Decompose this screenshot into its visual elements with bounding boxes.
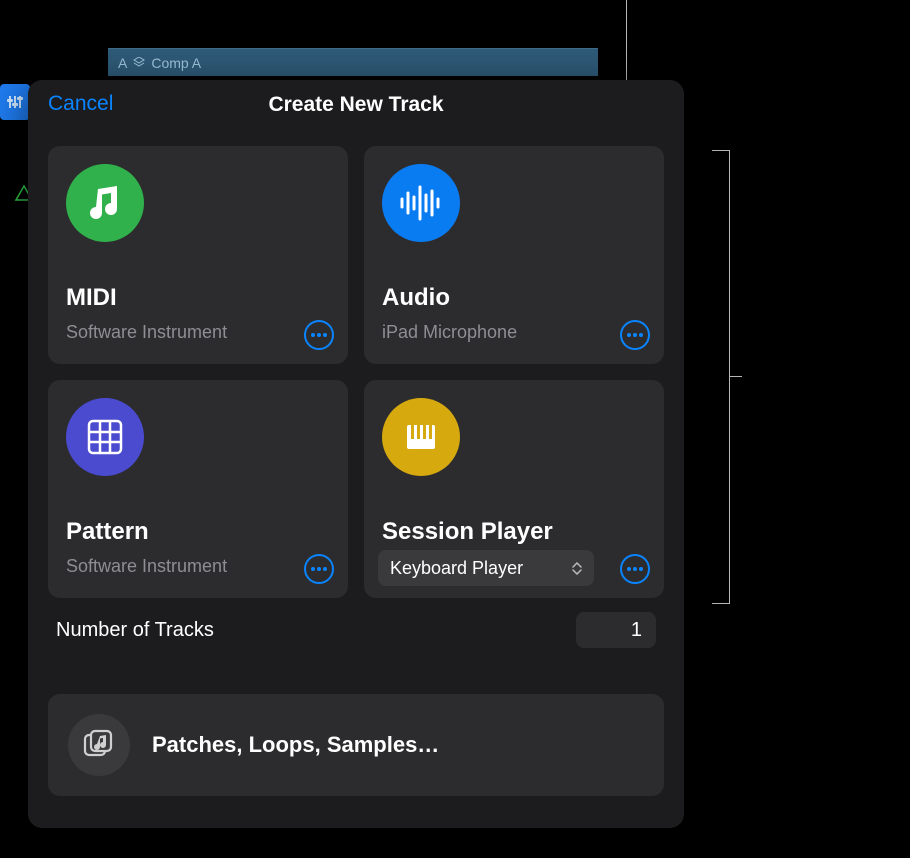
more-options-button[interactable] [620, 554, 650, 584]
patches-icon [68, 714, 130, 776]
number-of-tracks-value: 1 [631, 619, 642, 642]
track-type-grid: MIDI Software Instrument [28, 130, 684, 598]
track-type-audio[interactable]: Audio iPad Microphone [364, 146, 664, 364]
create-new-track-dialog: Cancel Create New Track MIDI Software In… [28, 80, 684, 828]
sliders-icon [7, 94, 23, 110]
card-title: Pattern [66, 518, 330, 546]
background-track-header: A Comp A [108, 48, 598, 76]
track-type-pattern[interactable]: Pattern Software Instrument [48, 380, 348, 598]
cancel-button[interactable]: Cancel [48, 92, 113, 116]
dialog-title: Create New Track [268, 93, 443, 117]
number-of-tracks-field[interactable]: 1 [576, 612, 656, 648]
pattern-grid-icon [66, 398, 144, 476]
more-options-button[interactable] [304, 320, 334, 350]
number-of-tracks-row: Number of Tracks 1 [28, 598, 684, 648]
piano-keys-icon [382, 398, 460, 476]
dialog-header: Cancel Create New Track [28, 80, 684, 130]
library-toggle[interactable] [0, 84, 30, 120]
number-of-tracks-label: Number of Tracks [56, 619, 214, 642]
patches-label: Patches, Loops, Samples… [152, 732, 439, 758]
annotation-bracket [712, 150, 730, 604]
card-subtitle: iPad Microphone [382, 322, 646, 343]
track-letter: A [118, 55, 127, 71]
track-type-session-player[interactable]: Session Player Keyboard Player [364, 380, 664, 598]
stack-icon [133, 56, 145, 70]
card-title: Session Player [382, 518, 646, 546]
more-options-button[interactable] [620, 320, 650, 350]
track-name: Comp A [151, 55, 201, 71]
annotation-bracket-tick [730, 376, 742, 377]
card-subtitle: Software Instrument [66, 322, 330, 343]
chevron-up-down-icon [572, 562, 582, 575]
waveform-icon [382, 164, 460, 242]
session-player-select[interactable]: Keyboard Player [378, 550, 594, 586]
patches-loops-samples-button[interactable]: Patches, Loops, Samples… [48, 694, 664, 796]
card-title: Audio [382, 284, 646, 312]
session-player-value: Keyboard Player [390, 558, 523, 579]
more-options-button[interactable] [304, 554, 334, 584]
track-type-midi[interactable]: MIDI Software Instrument [48, 146, 348, 364]
card-subtitle: Software Instrument [66, 556, 330, 577]
card-title: MIDI [66, 284, 330, 312]
music-note-icon [66, 164, 144, 242]
